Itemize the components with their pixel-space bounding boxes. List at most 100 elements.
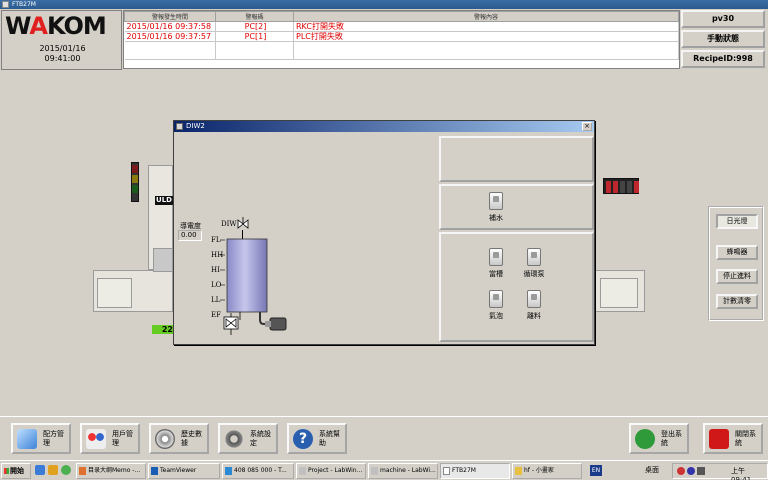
stop-feed-button[interactable]: 停止進料 (716, 269, 758, 284)
control-panel: 日光燈 蜂鳴器 停止進料 計數清零 (708, 206, 764, 321)
logo-panel: WAKOM 2015/01/16 09:41:00 (1, 10, 122, 70)
panel-controls: 當槽 循環泵 氣泡 離料 (439, 232, 594, 342)
windows-taskbar: 開始 目录大纲Memo -... TeamViewer 408 085 000 … (0, 460, 768, 480)
bubble-switch-icon[interactable] (489, 290, 503, 308)
desktop-toolbar[interactable]: 桌面 (645, 465, 659, 475)
power-icon (709, 429, 729, 449)
reset-count-button[interactable]: 計數清零 (716, 294, 758, 309)
level-hi: HI (211, 266, 220, 274)
bubble-label: 氣泡 (489, 312, 503, 320)
alarm-row-empty (124, 41, 679, 60)
machine-left-cabinet (97, 278, 132, 308)
start-button[interactable]: 開始 (1, 463, 31, 479)
history-data-label: 歷史數據 (181, 430, 202, 447)
alarm-content: RKC打開失敗 (293, 21, 679, 32)
buzzer-button[interactable]: 蜂鳴器 (716, 245, 758, 260)
mode-status-button[interactable]: 手動狀態 (681, 30, 765, 48)
language-indicator[interactable]: EN (590, 465, 602, 476)
app-icon (2, 1, 9, 8)
company-logo: WAKOM (5, 12, 107, 40)
start-label: 開始 (10, 467, 24, 475)
user-management-button[interactable]: 用戶管理 (80, 423, 140, 454)
alarm-table: 警報發生時間 警報碼 警報內容 2015/01/16 09:37:58 PC[2… (123, 10, 680, 69)
task-memo[interactable]: 目录大纲Memo -... (76, 463, 146, 479)
recipe-icon (17, 429, 37, 449)
tank-switch-icon[interactable] (489, 248, 503, 266)
alarm-row[interactable]: 2015/01/16 09:37:58 PC[2] RKC打開失敗 (124, 21, 679, 32)
uld-label: ULD (155, 196, 173, 205)
system-tray: 上午 09:41 (672, 463, 768, 480)
system-help-button[interactable]: ? 系統幫助 (287, 423, 347, 454)
status-buttons: pv30 手動狀態 RecipeID:998 (681, 10, 767, 70)
refill-label: 補水 (489, 214, 503, 222)
refill-switch-icon[interactable] (489, 192, 503, 210)
panel-top (439, 136, 594, 182)
dialog-app-icon (176, 123, 183, 130)
dialog-titlebar[interactable]: DIW2 × (174, 121, 594, 132)
alarm-col-time[interactable]: 警報發生時間 (124, 11, 216, 22)
alarm-col-content[interactable]: 警報內容 (293, 11, 679, 22)
windows-logo-icon (4, 468, 9, 474)
circulation-pump-switch-icon[interactable] (527, 248, 541, 266)
system-settings-button[interactable]: 系統設定 (218, 423, 278, 454)
chrome-icon[interactable] (61, 465, 71, 475)
history-data-button[interactable]: 歷史數據 (149, 423, 209, 454)
task-call[interactable]: 408 085 000 - T... (222, 463, 294, 479)
tank-label: 當槽 (489, 270, 503, 278)
task-teamviewer-label: TeamViewer (160, 467, 197, 474)
drain-valve-icon[interactable] (221, 313, 241, 335)
system-help-label: 系統幫助 (319, 430, 340, 447)
logout-button[interactable]: 登出系統 (629, 423, 689, 454)
recipe-id-button[interactable]: RecipeID:998 (681, 50, 765, 68)
labwindows-icon (299, 467, 306, 475)
discharge-switch-icon[interactable] (527, 290, 541, 308)
task-ftb27m-label: FTB27M (452, 467, 476, 474)
task-machine[interactable]: machine - LabWi... (368, 463, 438, 479)
task-project-label: Project - LabWin... (308, 467, 363, 474)
recipe-management-button[interactable]: 配方管理 (11, 423, 71, 454)
task-ftb27m[interactable]: FTB27M (440, 463, 510, 479)
task-paint[interactable]: hf - 小畫家 (512, 463, 582, 479)
shutdown-label: 關閉系統 (735, 430, 756, 447)
paint-icon (515, 467, 522, 475)
close-icon[interactable]: × (582, 122, 592, 131)
current-date: 2015/01/16 (39, 44, 86, 53)
dialog-body: 導電度 0.00 DIW FL HH HI LO LL EF 補水 當槽 循環泵… (175, 133, 594, 344)
speaker-icon[interactable] (697, 467, 705, 475)
alarm-time: 2015/01/16 09:37:57 (124, 31, 216, 42)
explorer-icon[interactable] (48, 465, 58, 475)
system-settings-label: 系統設定 (250, 430, 271, 447)
task-paint-label: hf - 小畫家 (524, 467, 554, 474)
alarm-col-code[interactable]: 警報碼 (215, 11, 294, 22)
alarm-row[interactable]: 2015/01/16 09:37:57 PC[1] PLC打開失敗 (124, 31, 679, 42)
alarm-code: PC[2] (215, 21, 294, 32)
green-value-indicator: 22 (152, 325, 174, 334)
task-project[interactable]: Project - LabWin... (296, 463, 366, 479)
teamviewer-icon (151, 467, 158, 475)
pv-button[interactable]: pv30 (681, 10, 765, 28)
task-teamviewer[interactable]: TeamViewer (148, 463, 220, 479)
logout-icon (635, 429, 655, 449)
diw-valve-icon[interactable] (236, 217, 250, 231)
memo-icon (79, 467, 86, 475)
shutdown-button[interactable]: 關閉系統 (703, 423, 763, 454)
clock[interactable]: 上午 09:41 (731, 466, 767, 480)
level-ll: LL (211, 296, 221, 304)
history-icon (155, 429, 175, 449)
ie-icon[interactable] (35, 465, 45, 475)
alarm-content: PLC打開失敗 (293, 31, 679, 42)
conductivity-value: 0.00 (178, 230, 202, 241)
call-icon (225, 467, 232, 475)
diw2-dialog: DIW2 × 導電度 0.00 DIW FL HH HI LO LL EF 補水… (173, 120, 595, 345)
window-title: FTB27M (12, 1, 36, 8)
tray-icon[interactable] (677, 467, 685, 475)
signal-tower (131, 162, 139, 202)
ftb-icon (443, 467, 450, 475)
header: WAKOM 2015/01/16 09:41:00 警報發生時間 警報碼 警報內… (0, 9, 768, 71)
circulation-pump-label: 循環泵 (523, 270, 545, 278)
window-titlebar: FTB27M (0, 0, 768, 9)
daylight-button[interactable]: 日光燈 (716, 214, 758, 229)
logout-label: 登出系統 (661, 430, 682, 447)
tray-icon[interactable] (687, 467, 695, 475)
labwindows-icon (371, 467, 378, 475)
